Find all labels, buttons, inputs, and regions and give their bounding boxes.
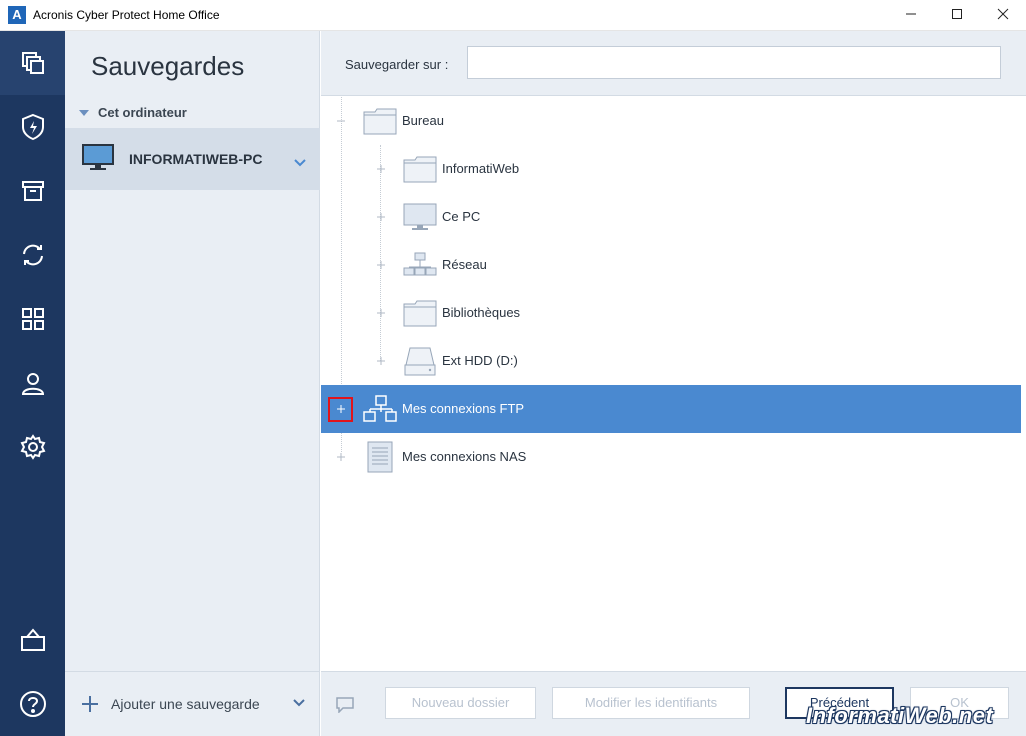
computer-item[interactable]: INFORMATIWEB-PC [65,128,320,190]
expand-icon[interactable] [376,212,386,222]
tree-item-label: InformatiWeb [442,161,520,176]
maximize-button[interactable] [934,0,980,31]
folder-icon [363,106,397,136]
highlight-box [328,397,353,422]
chevron-down-icon[interactable] [293,699,305,707]
add-backup-label: Ajouter une sauvegarde [111,696,260,712]
tree-item-label: Ext HDD (D:) [442,353,518,368]
help-icon[interactable] [0,672,65,736]
tree-item-label: Mes connexions FTP [402,401,525,416]
folder-icon [403,298,437,328]
add-backup-button[interactable]: Ajouter une sauvegarde [65,671,320,736]
tree-item-label: Réseau [442,257,487,272]
destination-input[interactable] [467,46,1001,79]
monitor-icon [403,202,437,232]
plus-icon [81,695,99,713]
backup-icon[interactable] [0,31,65,95]
destination-bar: Sauvegarder sur : [321,31,1026,96]
folder-icon [403,154,437,184]
tree-item-ftp[interactable]: Mes connexions FTP [321,385,1021,433]
hard-drive-icon [403,346,437,376]
chevron-down-icon[interactable] [294,154,306,172]
shield-icon[interactable] [0,95,65,159]
settings-icon[interactable] [0,415,65,479]
new-folder-button[interactable]: Nouveau dossier [385,687,536,719]
comment-icon[interactable] [336,697,354,714]
tree-item-reseau[interactable]: Réseau [321,241,1021,289]
folder-tree: Bureau InformatiWeb Ce PC Réseau Bibliot… [321,97,1026,671]
expand-icon[interactable] [376,356,386,366]
tools-icon[interactable] [0,287,65,351]
tree-item-bibliotheques[interactable]: Bibliothèques [321,289,1021,337]
group-this-computer[interactable]: Cet ordinateur [79,105,187,120]
window-title: Acronis Cyber Protect Home Office [33,8,220,22]
tree-item-label: Bibliothèques [442,305,521,320]
archive-icon[interactable] [0,159,65,223]
group-label: Cet ordinateur [98,105,187,120]
monitor-icon [81,142,115,177]
tree-item-label: Ce PC [442,209,481,224]
title-bar: A Acronis Cyber Protect Home Office [0,0,1026,31]
expand-icon[interactable] [376,260,386,270]
nas-icon [363,441,397,473]
watermark-logo: InformatiWeb.net [806,703,994,728]
sync-icon[interactable] [0,223,65,287]
tree-item-informatiweb[interactable]: InformatiWeb [321,145,1021,193]
expand-icon[interactable] [336,452,346,462]
collapse-icon[interactable] [336,116,346,126]
destination-label: Sauvegarder sur : [345,57,449,72]
computer-name: INFORMATIWEB-PC [129,151,263,167]
caret-down-icon [79,109,89,116]
nav-rail [0,31,65,736]
edit-credentials-button[interactable]: Modifier les identifiants [552,687,750,719]
tree-item-bureau[interactable]: Bureau [321,97,1021,145]
tree-item-nas[interactable]: Mes connexions NAS [321,433,1021,481]
store-icon[interactable] [0,608,65,672]
close-button[interactable] [980,0,1026,31]
acronis-logo-icon: A [8,6,26,24]
tree-item-label: Bureau [402,113,444,128]
page-title: Sauvegardes [91,51,245,81]
account-icon[interactable] [0,351,65,415]
expand-icon[interactable] [376,164,386,174]
destination-browser: Sauvegarder sur : Bureau InformatiWeb Ce… [321,31,1026,736]
network-icon [403,250,437,280]
tree-item-ce-pc[interactable]: Ce PC [321,193,1021,241]
minimize-button[interactable] [888,0,934,31]
ftp-connections-icon [363,394,397,424]
tree-item-ext-hdd[interactable]: Ext HDD (D:) [321,337,1021,385]
tree-item-label: Mes connexions NAS [402,449,527,464]
expand-icon[interactable] [376,308,386,318]
backups-panel: Sauvegardes Cet ordinateur INFORMATIWEB-… [65,31,320,736]
